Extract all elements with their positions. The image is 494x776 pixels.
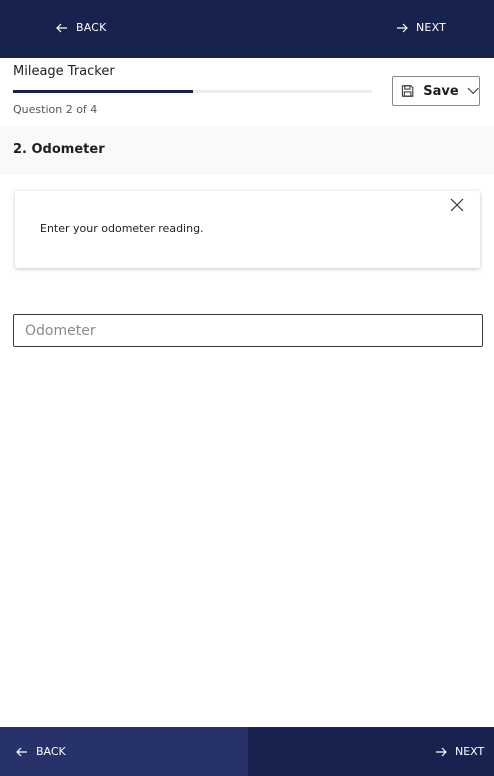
progress-bar — [13, 90, 372, 93]
question-count: Question 2 of 4 — [13, 103, 98, 116]
bottom-back-button[interactable]: BACK — [0, 727, 248, 776]
bottom-next-label: NEXT — [455, 745, 485, 758]
arrow-right-icon — [397, 23, 408, 32]
floppy-disk-icon — [401, 85, 414, 97]
top-next-button[interactable]: NEXT — [396, 21, 446, 34]
progress-bar-fill — [13, 90, 193, 93]
arrow-left-icon — [56, 23, 67, 32]
top-back-label: BACK — [76, 21, 107, 34]
info-text: Enter your odometer reading. — [40, 222, 204, 235]
top-nav-bar: BACK NEXT — [0, 0, 494, 58]
odometer-input[interactable] — [13, 314, 483, 347]
info-card: Enter your odometer reading. — [15, 191, 480, 268]
question-header: 2. Odometer — [0, 126, 494, 175]
top-next-label: NEXT — [416, 21, 447, 34]
question-title: 2. Odometer — [13, 142, 105, 157]
arrow-right-icon — [436, 747, 447, 756]
save-label: Save — [423, 83, 459, 99]
form-title: Mileage Tracker — [13, 64, 115, 79]
arrow-left-icon — [16, 747, 27, 756]
save-button[interactable]: Save — [392, 76, 480, 106]
close-icon[interactable] — [449, 197, 465, 213]
top-back-button[interactable]: BACK — [56, 21, 107, 34]
chevron-down-icon[interactable] — [467, 87, 479, 95]
bottom-back-label: BACK — [36, 745, 66, 758]
bottom-next-button[interactable]: NEXT — [248, 727, 494, 776]
